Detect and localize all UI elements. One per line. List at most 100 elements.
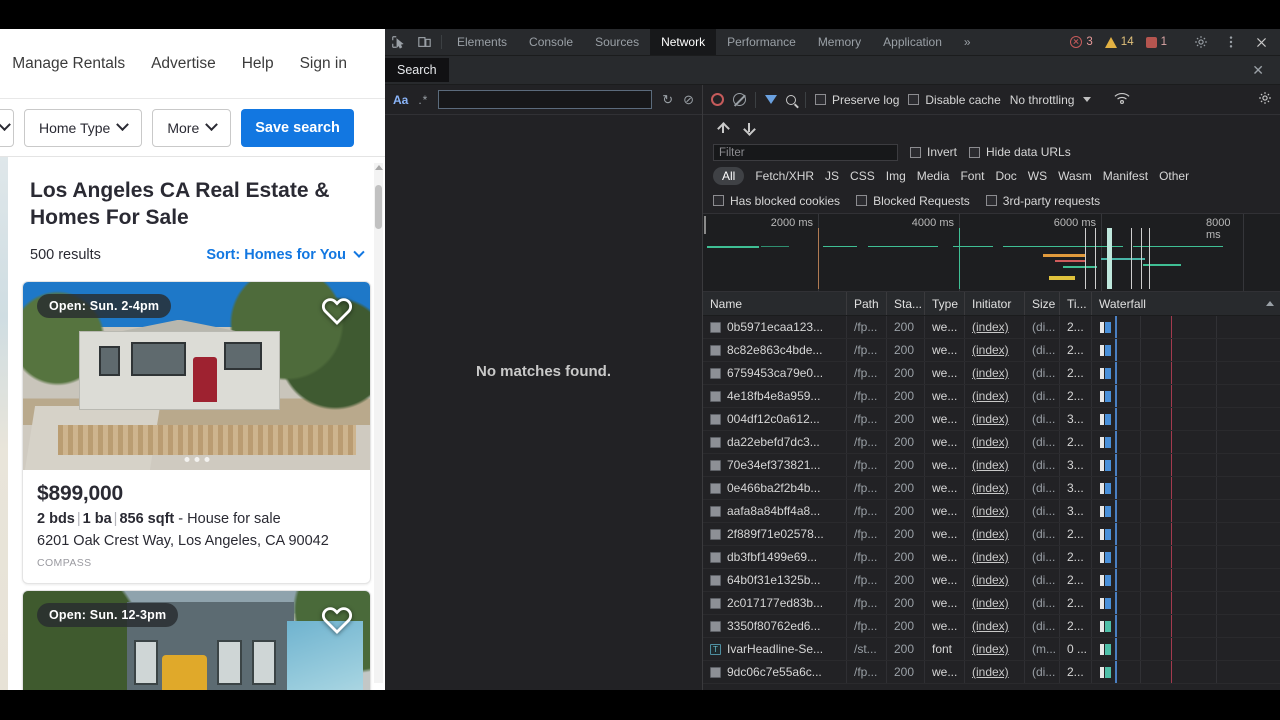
type-filter-doc[interactable]: Doc <box>995 169 1016 183</box>
hide-data-urls-checkbox[interactable]: Hide data URLs <box>969 145 1071 159</box>
clear-requests-icon[interactable] <box>733 93 746 106</box>
column-size[interactable]: Size <box>1025 292 1060 315</box>
table-row[interactable]: 0e466ba2f2b4b... /fp... 200 we... (index) (di… <box>703 477 1280 500</box>
map-strip[interactable] <box>0 157 8 690</box>
request-initiator-cell[interactable]: (index) <box>965 454 1025 476</box>
refresh-icon[interactable]: ↻ <box>662 92 673 108</box>
request-name-cell[interactable]: db3fbf1499e69... <box>703 546 847 568</box>
network-overview-timeline[interactable]: 2000 ms 4000 ms 6000 ms 8000 ms <box>703 214 1280 292</box>
throttling-select[interactable]: No throttling <box>1010 93 1075 107</box>
request-name-cell[interactable]: 64b0f31e1325b... <box>703 569 847 591</box>
request-name-cell[interactable]: 70e34ef373821... <box>703 454 847 476</box>
request-name-cell[interactable]: 4e18fb4e8a959... <box>703 385 847 407</box>
error-count-badge[interactable]: 3 <box>1066 36 1096 48</box>
export-har-icon[interactable] <box>743 122 755 135</box>
request-name-cell[interactable]: 8c82e863c4bde... <box>703 339 847 361</box>
settings-gear-icon[interactable] <box>1188 35 1214 49</box>
type-filter-css[interactable]: CSS <box>850 169 875 183</box>
request-initiator-cell[interactable]: (index) <box>965 316 1025 338</box>
type-filter-js[interactable]: JS <box>825 169 839 183</box>
results-scroll-area[interactable]: Los Angeles CA Real Estate & Homes For S… <box>8 157 385 690</box>
type-filter-ws[interactable]: WS <box>1028 169 1047 183</box>
third-party-requests-checkbox[interactable]: 3rd-party requests <box>985 194 1100 208</box>
close-devtools-icon[interactable] <box>1248 36 1274 49</box>
request-initiator-cell[interactable]: (index) <box>965 385 1025 407</box>
request-initiator-cell[interactable]: (index) <box>965 339 1025 361</box>
table-row[interactable]: 70e34ef373821... /fp... 200 we... (index) (di… <box>703 454 1280 477</box>
save-search-button[interactable]: Save search <box>241 108 354 147</box>
request-name-cell[interactable]: 2c017177ed83b... <box>703 592 847 614</box>
tab-application[interactable]: Application <box>872 29 953 55</box>
invert-checkbox[interactable]: Invert <box>910 145 957 159</box>
requests-table-body[interactable]: 0b5971ecaa123.../fp... 200 we... (index) (di… <box>703 316 1280 690</box>
blocked-requests-checkbox[interactable]: Blocked Requests <box>856 194 970 208</box>
type-filter-media[interactable]: Media <box>917 169 950 183</box>
column-path[interactable]: Path <box>847 292 887 315</box>
filter-price-clipped[interactable] <box>0 108 14 147</box>
request-initiator-cell[interactable]: (index) <box>965 431 1025 453</box>
table-row[interactable]: da22ebefd7dc3... /fp... 200 we... (index) (di… <box>703 431 1280 454</box>
column-initiator[interactable]: Initiator <box>965 292 1025 315</box>
tab-console[interactable]: Console <box>518 29 584 55</box>
table-row[interactable]: 0b5971ecaa123... /fp... 200 we... (index) (di… <box>703 316 1280 339</box>
favorite-heart-icon[interactable] <box>320 294 354 328</box>
record-button-icon[interactable] <box>711 93 724 106</box>
nav-sign-in[interactable]: Sign in <box>300 55 347 73</box>
preserve-log-checkbox[interactable]: Preserve log <box>815 93 899 107</box>
request-name-cell[interactable]: 2f889f71e02578... <box>703 523 847 545</box>
request-initiator-cell[interactable]: (index) <box>965 523 1025 545</box>
results-scrollbar[interactable] <box>374 163 383 683</box>
type-filter-fetch-xhr[interactable]: Fetch/XHR <box>755 169 814 183</box>
filter-home-type[interactable]: Home Type <box>24 108 143 147</box>
table-row[interactable]: 8c82e863c4bde... /fp... 200 we... (index) (di… <box>703 339 1280 362</box>
column-name[interactable]: Name <box>703 292 847 315</box>
tab-network[interactable]: Network <box>650 29 717 55</box>
request-name-cell[interactable]: 0e466ba2f2b4b... <box>703 477 847 499</box>
request-name-cell[interactable]: 004df12c0a612... <box>703 408 847 430</box>
type-filter-manifest[interactable]: Manifest <box>1103 169 1148 183</box>
warning-count-badge[interactable]: 14 <box>1101 36 1138 48</box>
request-initiator-cell[interactable]: (index) <box>965 615 1025 637</box>
column-status[interactable]: Sta... <box>887 292 925 315</box>
table-row[interactable]: 4e18fb4e8a959... /fp... 200 we... (index) (di… <box>703 385 1280 408</box>
sort-dropdown[interactable]: Sort: Homes for You <box>206 246 365 263</box>
request-initiator-cell[interactable]: (index) <box>965 638 1025 660</box>
tab-performance[interactable]: Performance <box>716 29 807 55</box>
has-blocked-cookies-checkbox[interactable]: Has blocked cookies <box>713 194 840 208</box>
regex-toggle[interactable]: .* <box>418 93 428 107</box>
type-filter-font[interactable]: Font <box>960 169 984 183</box>
request-name-cell[interactable]: 3350f80762ed6... <box>703 615 847 637</box>
type-filter-all[interactable]: All <box>713 166 745 185</box>
table-row[interactable]: 9dc06c7e55a6c... /fp... 200 we... (index) (di… <box>703 661 1280 684</box>
message-count-badge[interactable]: 1 <box>1142 36 1171 48</box>
table-row[interactable]: 004df12c0a612... /fp... 200 we... (index) (di… <box>703 408 1280 431</box>
clear-icon[interactable]: ⊘ <box>683 92 694 108</box>
request-name-cell[interactable]: aafa8a84bff4a8... <box>703 500 847 522</box>
request-name-cell[interactable]: 9dc06c7e55a6c... <box>703 661 847 683</box>
type-filter-img[interactable]: Img <box>886 169 906 183</box>
table-row[interactable]: db3fbf1499e69... /fp... 200 we... (index) (di… <box>703 546 1280 569</box>
device-toolbar-icon[interactable] <box>411 29 437 55</box>
tab-sources[interactable]: Sources <box>584 29 650 55</box>
network-conditions-icon[interactable] <box>1114 92 1130 108</box>
request-initiator-cell[interactable]: (index) <box>965 500 1025 522</box>
photo-carousel-dots[interactable] <box>184 457 209 462</box>
tab-memory[interactable]: Memory <box>807 29 872 55</box>
column-waterfall[interactable]: Waterfall <box>1092 292 1280 315</box>
table-row[interactable]: T IvarHeadline-Se... /st... 200 font (index)(… <box>703 638 1280 661</box>
request-initiator-cell[interactable]: (index) <box>965 362 1025 384</box>
more-options-icon[interactable] <box>1218 35 1244 49</box>
request-name-cell[interactable]: T IvarHeadline-Se... <box>703 638 847 660</box>
listing-card[interactable]: Open: Sun. 12-3pm <box>22 590 371 690</box>
disable-cache-checkbox[interactable]: Disable cache <box>908 93 1001 107</box>
filter-icon[interactable] <box>765 95 777 104</box>
request-initiator-cell[interactable]: (index) <box>965 592 1025 614</box>
type-filter-other[interactable]: Other <box>1159 169 1189 183</box>
favorite-heart-icon[interactable] <box>320 603 354 637</box>
table-row[interactable]: 2f889f71e02578... /fp... 200 we... (index) (d… <box>703 523 1280 546</box>
table-row[interactable]: 64b0f31e1325b... /fp... 200 we... (index) (di… <box>703 569 1280 592</box>
network-filter-input[interactable]: Filter <box>713 143 898 161</box>
search-input[interactable] <box>438 90 653 109</box>
import-har-icon[interactable] <box>717 122 729 135</box>
scroll-up-arrow-icon[interactable] <box>375 165 383 170</box>
